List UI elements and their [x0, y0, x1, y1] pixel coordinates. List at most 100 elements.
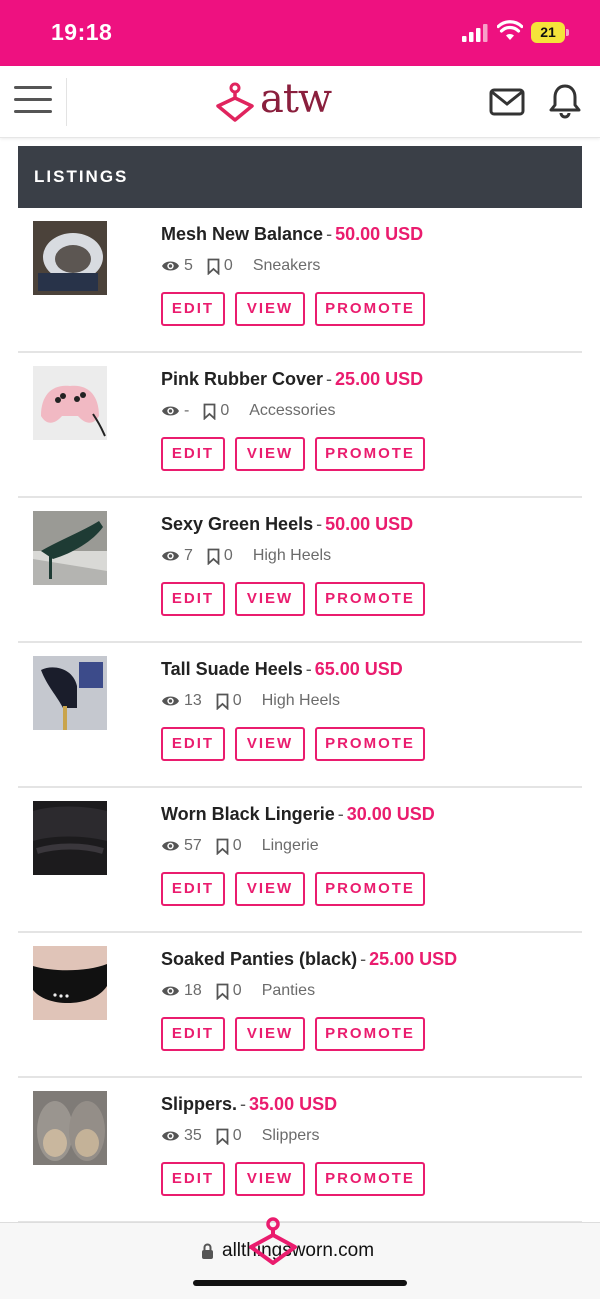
- bookmark-count: 0: [232, 692, 242, 709]
- site-logo[interactable]: atw: [215, 76, 355, 126]
- listing-price: 35.00 USD: [249, 1094, 338, 1114]
- listing-title-line[interactable]: Sexy Green Heels -50.00 USD: [161, 514, 413, 535]
- battery-level: 21: [531, 22, 565, 43]
- listing-actions: EDIT VIEW PROMOTE: [161, 292, 435, 326]
- listing-title[interactable]: Slippers.: [161, 1094, 237, 1114]
- listing-price: 50.00 USD: [335, 224, 424, 244]
- listings-header: LISTINGS: [18, 146, 582, 208]
- listing-meta: 35 0 Slippers: [161, 1127, 320, 1145]
- bookmark-count: 0: [232, 982, 242, 999]
- bookmark-count: 0: [223, 257, 233, 274]
- edit-button[interactable]: EDIT: [161, 1017, 225, 1051]
- listing-meta: 7 0 High Heels: [161, 547, 331, 565]
- view-button[interactable]: VIEW: [235, 1017, 305, 1051]
- view-count: 35: [184, 1127, 202, 1144]
- edit-button[interactable]: EDIT: [161, 727, 225, 761]
- promote-button[interactable]: PROMOTE: [315, 582, 425, 616]
- listing-title[interactable]: Tall Suade Heels: [161, 659, 303, 679]
- bookmark-icon: [216, 838, 229, 855]
- hanger-logo-icon: [216, 82, 254, 122]
- listing-actions: EDIT VIEW PROMOTE: [161, 582, 435, 616]
- view-count: 13: [184, 692, 202, 709]
- view-count: 7: [184, 547, 193, 564]
- listing-row: Sexy Green Heels -50.00 USD 7 0 High Heel…: [18, 498, 582, 643]
- listing-thumbnail-image[interactable]: [33, 946, 107, 1020]
- edit-button[interactable]: EDIT: [161, 582, 225, 616]
- bookmark-icon: [203, 403, 216, 420]
- listing-thumbnail-image[interactable]: [33, 366, 107, 440]
- listing-actions: EDIT VIEW PROMOTE: [161, 872, 435, 906]
- listing-title[interactable]: Soaked Panties (black): [161, 949, 357, 969]
- listing-price: 65.00 USD: [314, 659, 403, 679]
- view-count: 5: [184, 257, 193, 274]
- promote-button[interactable]: PROMOTE: [315, 872, 425, 906]
- listing-row: Tall Suade Heels -65.00 USD 13 0 High Hee…: [18, 643, 582, 788]
- edit-button[interactable]: EDIT: [161, 1162, 225, 1196]
- promote-button[interactable]: PROMOTE: [315, 1017, 425, 1051]
- listing-title-line[interactable]: Tall Suade Heels -65.00 USD: [161, 659, 403, 680]
- listing-thumbnail-image[interactable]: [33, 221, 107, 295]
- listing-actions: EDIT VIEW PROMOTE: [161, 437, 435, 471]
- view-count: 57: [184, 837, 202, 854]
- promote-button[interactable]: PROMOTE: [315, 1162, 425, 1196]
- listing-title-line[interactable]: Slippers. -35.00 USD: [161, 1094, 337, 1115]
- bookmark-icon: [216, 983, 229, 1000]
- listings-title: LISTINGS: [34, 167, 129, 186]
- promote-button[interactable]: PROMOTE: [315, 292, 425, 326]
- listing-title-line[interactable]: Mesh New Balance -50.00 USD: [161, 224, 423, 245]
- edit-button[interactable]: EDIT: [161, 872, 225, 906]
- promote-button[interactable]: PROMOTE: [315, 437, 425, 471]
- listing-category: Lingerie: [261, 837, 319, 854]
- edit-button[interactable]: EDIT: [161, 437, 225, 471]
- browser-bottom-bar: allthingsworn.com: [0, 1217, 600, 1299]
- listing-title[interactable]: Pink Rubber Cover: [161, 369, 323, 389]
- bookmark-count: 0: [232, 837, 242, 854]
- listing-row: Mesh New Balance -50.00 USD 5 0 Sneakers …: [18, 208, 582, 353]
- view-button[interactable]: VIEW: [235, 437, 305, 471]
- bookmark-icon: [216, 1128, 229, 1145]
- listing-title[interactable]: Mesh New Balance: [161, 224, 323, 244]
- listing-actions: EDIT VIEW PROMOTE: [161, 1162, 435, 1196]
- lock-icon: [202, 1243, 213, 1259]
- listing-meta: 13 0 High Heels: [161, 692, 340, 710]
- signal-icon: [462, 24, 488, 42]
- view-button[interactable]: VIEW: [235, 292, 305, 326]
- listing-meta: 5 0 Sneakers: [161, 257, 320, 275]
- hamburger-menu-icon[interactable]: [14, 86, 52, 116]
- listing-title[interactable]: Sexy Green Heels: [161, 514, 313, 534]
- view-button[interactable]: VIEW: [235, 727, 305, 761]
- eye-icon: [162, 261, 179, 271]
- listing-row: Soaked Panties (black) -25.00 USD 18 0 Pa…: [18, 933, 582, 1078]
- listing-price: 25.00 USD: [369, 949, 458, 969]
- listing-category: Panties: [261, 982, 316, 999]
- view-button[interactable]: VIEW: [235, 1162, 305, 1196]
- mail-icon[interactable]: [489, 88, 525, 116]
- listing-actions: EDIT VIEW PROMOTE: [161, 1017, 435, 1051]
- listing-title-line[interactable]: Soaked Panties (black) -25.00 USD: [161, 949, 457, 970]
- bell-icon[interactable]: [549, 83, 581, 119]
- listing-meta: 18 0 Panties: [161, 982, 315, 1000]
- promote-button[interactable]: PROMOTE: [315, 727, 425, 761]
- eye-icon: [162, 696, 179, 706]
- listing-title[interactable]: Worn Black Lingerie: [161, 804, 335, 824]
- listing-price: 50.00 USD: [325, 514, 414, 534]
- view-button[interactable]: VIEW: [235, 872, 305, 906]
- listing-title-line[interactable]: Worn Black Lingerie -30.00 USD: [161, 804, 435, 825]
- hanger-icon: [249, 1217, 297, 1265]
- listing-meta: 57 0 Lingerie: [161, 837, 319, 855]
- listing-thumbnail-image[interactable]: [33, 656, 107, 730]
- listing-category: High Heels: [252, 547, 332, 564]
- home-indicator: [193, 1280, 407, 1286]
- listing-thumbnail-image[interactable]: [33, 801, 107, 875]
- listing-thumbnail-image[interactable]: [33, 511, 107, 585]
- listing-price: 30.00 USD: [346, 804, 435, 824]
- edit-button[interactable]: EDIT: [161, 292, 225, 326]
- eye-icon: [162, 1131, 179, 1141]
- listing-category: High Heels: [261, 692, 340, 709]
- site-header: atw: [0, 66, 600, 138]
- view-button[interactable]: VIEW: [235, 582, 305, 616]
- battery-icon: 21: [531, 22, 569, 43]
- eye-icon: [162, 551, 179, 561]
- listing-title-line[interactable]: Pink Rubber Cover -25.00 USD: [161, 369, 423, 390]
- listing-thumbnail-image[interactable]: [33, 1091, 107, 1165]
